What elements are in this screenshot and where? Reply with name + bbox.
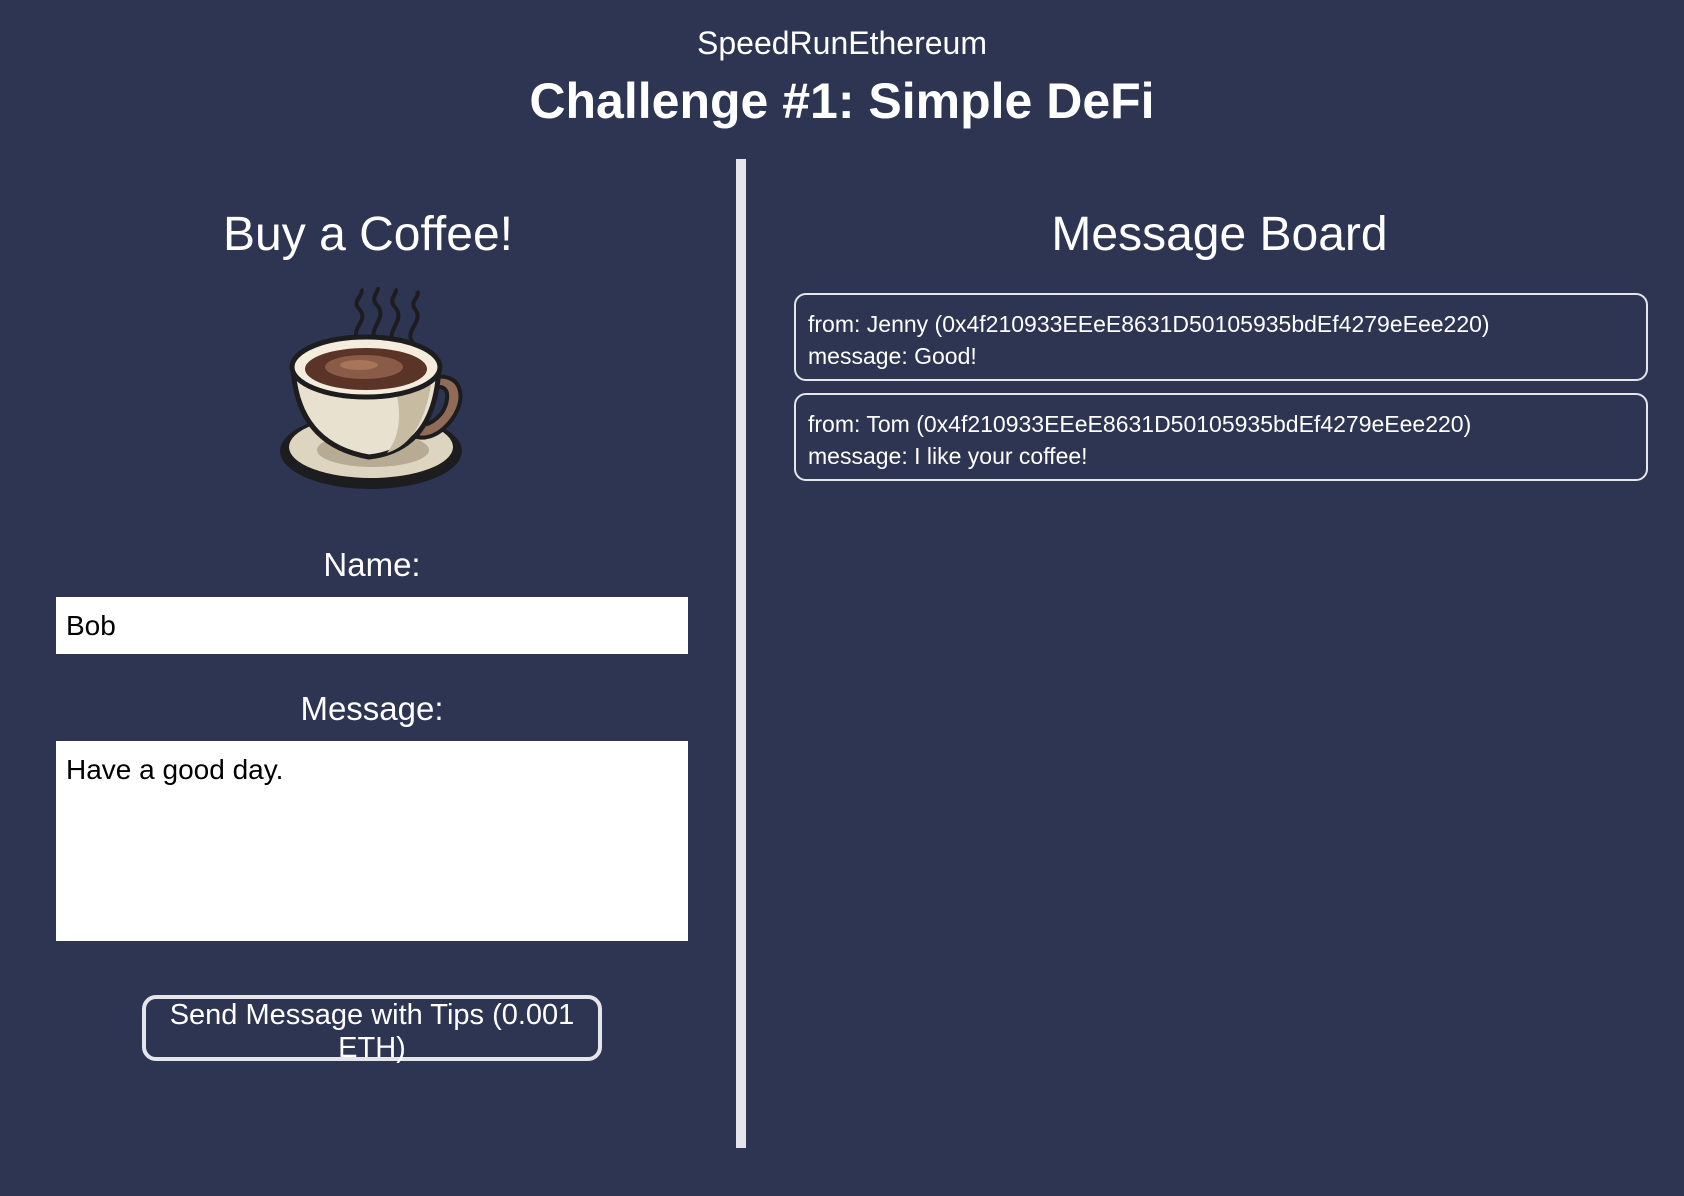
- message-sender: from: Tom (0x4f210933EEeE8631D50105935bd…: [808, 411, 1472, 437]
- message-card: from: Jenny (0x4f210933EEeE8631D50105935…: [794, 293, 1648, 381]
- message-label: Message:: [300, 690, 444, 727]
- message-sender: from: Jenny (0x4f210933EEeE8631D50105935…: [808, 311, 1490, 337]
- buy-coffee-panel: Buy a Coffee! Name: Message: Have a good…: [0, 159, 736, 1148]
- buy-coffee-heading: Buy a Coffee!: [223, 208, 513, 261]
- message-text: message: I like your coffee!: [808, 443, 1088, 469]
- page-title: Challenge #1: Simple DeFi: [529, 73, 1155, 129]
- message-card: from: Tom (0x4f210933EEeE8631D50105935bd…: [794, 393, 1648, 481]
- panel-divider: [736, 159, 746, 1148]
- message-input[interactable]: Have a good day.: [56, 741, 688, 941]
- send-message-button[interactable]: Send Message with Tips (0.001 ETH): [142, 995, 602, 1064]
- message-text: message: Good!: [808, 343, 977, 369]
- message-board-heading: Message Board: [1051, 208, 1388, 261]
- coffee-cup-icon: [280, 287, 463, 489]
- site-name: SpeedRunEthereum: [697, 25, 987, 61]
- name-label: Name:: [323, 546, 421, 583]
- message-board-panel: Message Board from: Jenny (0x4f210933EEe…: [746, 159, 1684, 1148]
- name-input[interactable]: [56, 597, 688, 654]
